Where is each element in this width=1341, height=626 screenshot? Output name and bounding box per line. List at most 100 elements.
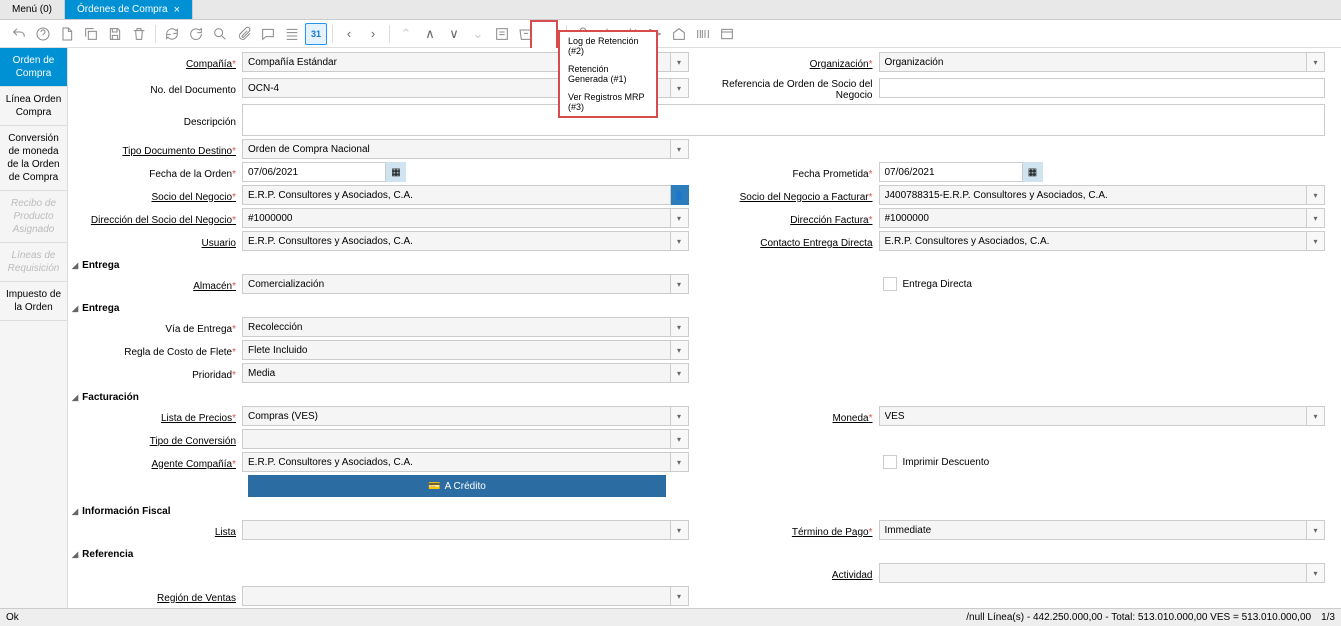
input-lista[interactable] <box>242 520 671 540</box>
last-button[interactable]: ⌄ <box>467 23 489 45</box>
section-facturacion[interactable]: ◢Facturación <box>72 389 1325 406</box>
input-region-ventas[interactable] <box>242 586 671 606</box>
menu-item-retencion-generada[interactable]: Retención Generada (#1) <box>560 60 656 88</box>
refresh-button[interactable] <box>161 23 183 45</box>
input-socio[interactable] <box>242 185 671 205</box>
dd-tipo-doc[interactable]: ▾ <box>671 139 689 159</box>
a-credito-button[interactable]: 💳A Crédito <box>248 475 666 497</box>
calendar-icon[interactable]: ▦ <box>386 162 406 182</box>
label-via-entrega: Vía de Entrega* <box>72 320 242 335</box>
section-entrega2[interactable]: ◢Entrega <box>72 300 1325 317</box>
menu-item-ver-registros-mrp[interactable]: Ver Registros MRP (#3) <box>560 88 656 116</box>
dd-actividad[interactable]: ▾ <box>1307 563 1325 583</box>
section-referencia[interactable]: ◢Referencia <box>72 546 1325 563</box>
input-ref-orden[interactable] <box>879 78 1326 98</box>
input-dir-socio[interactable] <box>242 208 671 228</box>
nav-prev-button[interactable]: ‹ <box>338 23 360 45</box>
dd-lista[interactable]: ▾ <box>671 520 689 540</box>
section-entrega[interactable]: ◢Entrega <box>72 257 1325 274</box>
barcode-button[interactable] <box>692 23 714 45</box>
input-descripcion[interactable] <box>242 104 1325 136</box>
dd-usuario[interactable]: ▾ <box>671 231 689 251</box>
dd-termino-pago[interactable]: ▾ <box>1307 520 1325 540</box>
dd-prioridad[interactable]: ▾ <box>671 363 689 383</box>
side-tab-conversion[interactable]: Conversión de moneda de la Orden de Comp… <box>0 126 67 191</box>
input-fecha-orden[interactable] <box>242 162 386 182</box>
dd-compania[interactable]: ▾ <box>671 52 689 72</box>
label-moneda: Moneda* <box>709 409 879 424</box>
menu-item-log-retencion[interactable]: Log de Retención (#2) <box>560 32 656 60</box>
side-tab-orden-compra[interactable]: Orden de Compra <box>0 48 67 87</box>
status-left: Ok <box>6 612 19 623</box>
dd-organizacion[interactable]: ▾ <box>1307 52 1325 72</box>
reload-button[interactable] <box>185 23 207 45</box>
tab-ordenes[interactable]: Órdenes de Compra × <box>65 0 193 19</box>
label-termino-pago: Término de Pago* <box>709 523 879 538</box>
copy-button[interactable] <box>80 23 102 45</box>
section-info-fiscal[interactable]: ◢Información Fiscal <box>72 503 1325 520</box>
input-contacto[interactable] <box>879 231 1308 251</box>
delete-button[interactable] <box>128 23 150 45</box>
dd-moneda[interactable]: ▾ <box>1307 406 1325 426</box>
input-dir-fact[interactable] <box>879 208 1308 228</box>
new-button[interactable] <box>56 23 78 45</box>
label-dir-socio: Dirección del Socio del Negocio* <box>72 211 242 226</box>
checkbox-imprimir-descuento[interactable] <box>883 455 897 469</box>
dd-lista-precios[interactable]: ▾ <box>671 406 689 426</box>
side-tab-linea[interactable]: Línea Orden Compra <box>0 87 67 126</box>
product-button[interactable] <box>668 23 690 45</box>
dd-no-doc[interactable]: ▾ <box>671 78 689 98</box>
dd-socio[interactable]: 👤 <box>671 185 689 205</box>
input-tipo-doc[interactable] <box>242 139 671 159</box>
up-button[interactable]: ∧ <box>419 23 441 45</box>
dd-contacto[interactable]: ▾ <box>1307 231 1325 251</box>
grid-button[interactable] <box>281 23 303 45</box>
input-actividad[interactable] <box>879 563 1308 583</box>
first-button[interactable]: ⌃ <box>395 23 417 45</box>
input-termino-pago[interactable] <box>879 520 1308 540</box>
input-via-entrega[interactable] <box>242 317 671 337</box>
input-socio-fact[interactable] <box>879 185 1308 205</box>
chat-button[interactable] <box>257 23 279 45</box>
side-tab-impuesto[interactable]: Impuesto de la Orden <box>0 282 67 321</box>
checkbox-entrega-directa[interactable] <box>883 277 897 291</box>
input-lista-precios[interactable] <box>242 406 671 426</box>
down-button[interactable]: ∨ <box>443 23 465 45</box>
input-regla-flete[interactable] <box>242 340 671 360</box>
input-tipo-conv[interactable] <box>242 429 671 449</box>
dd-almacen[interactable]: ▾ <box>671 274 689 294</box>
help-button[interactable] <box>32 23 54 45</box>
tab-menu[interactable]: Menú (0) <box>0 0 65 19</box>
attach-button[interactable] <box>233 23 255 45</box>
calendar-icon[interactable]: ▦ <box>1023 162 1043 182</box>
input-prioridad[interactable] <box>242 363 671 383</box>
undo-button[interactable] <box>8 23 30 45</box>
label-contacto: Contacto Entrega Directa <box>709 234 879 249</box>
dd-regla-flete[interactable]: ▾ <box>671 340 689 360</box>
label-prioridad: Prioridad* <box>72 366 242 381</box>
input-almacen[interactable] <box>242 274 671 294</box>
label-dir-fact: Dirección Factura* <box>709 211 879 226</box>
dd-via-entrega[interactable]: ▾ <box>671 317 689 337</box>
input-organizacion[interactable] <box>879 52 1308 72</box>
side-tab-recibo[interactable]: Recibo de Producto Asignado <box>0 191 67 243</box>
tab-bar: Menú (0) Órdenes de Compra × <box>0 0 1341 20</box>
dd-socio-fact[interactable]: ▾ <box>1307 185 1325 205</box>
side-tab-lineas-req[interactable]: Líneas de Requisición <box>0 243 67 282</box>
dd-tipo-conv[interactable]: ▾ <box>671 429 689 449</box>
input-moneda[interactable] <box>879 406 1308 426</box>
nav-next-button[interactable]: › <box>362 23 384 45</box>
dd-agente[interactable]: ▾ <box>671 452 689 472</box>
close-icon[interactable]: × <box>174 4 180 16</box>
dd-dir-socio[interactable]: ▾ <box>671 208 689 228</box>
save-button[interactable] <box>104 23 126 45</box>
calendar-button[interactable]: 31 <box>305 23 327 45</box>
input-usuario[interactable] <box>242 231 671 251</box>
report-button[interactable] <box>491 23 513 45</box>
form-button[interactable] <box>716 23 738 45</box>
input-fecha-prom[interactable] <box>879 162 1023 182</box>
search-button[interactable] <box>209 23 231 45</box>
dd-dir-fact[interactable]: ▾ <box>1307 208 1325 228</box>
dd-region-ventas[interactable]: ▾ <box>671 586 689 606</box>
input-agente[interactable] <box>242 452 671 472</box>
